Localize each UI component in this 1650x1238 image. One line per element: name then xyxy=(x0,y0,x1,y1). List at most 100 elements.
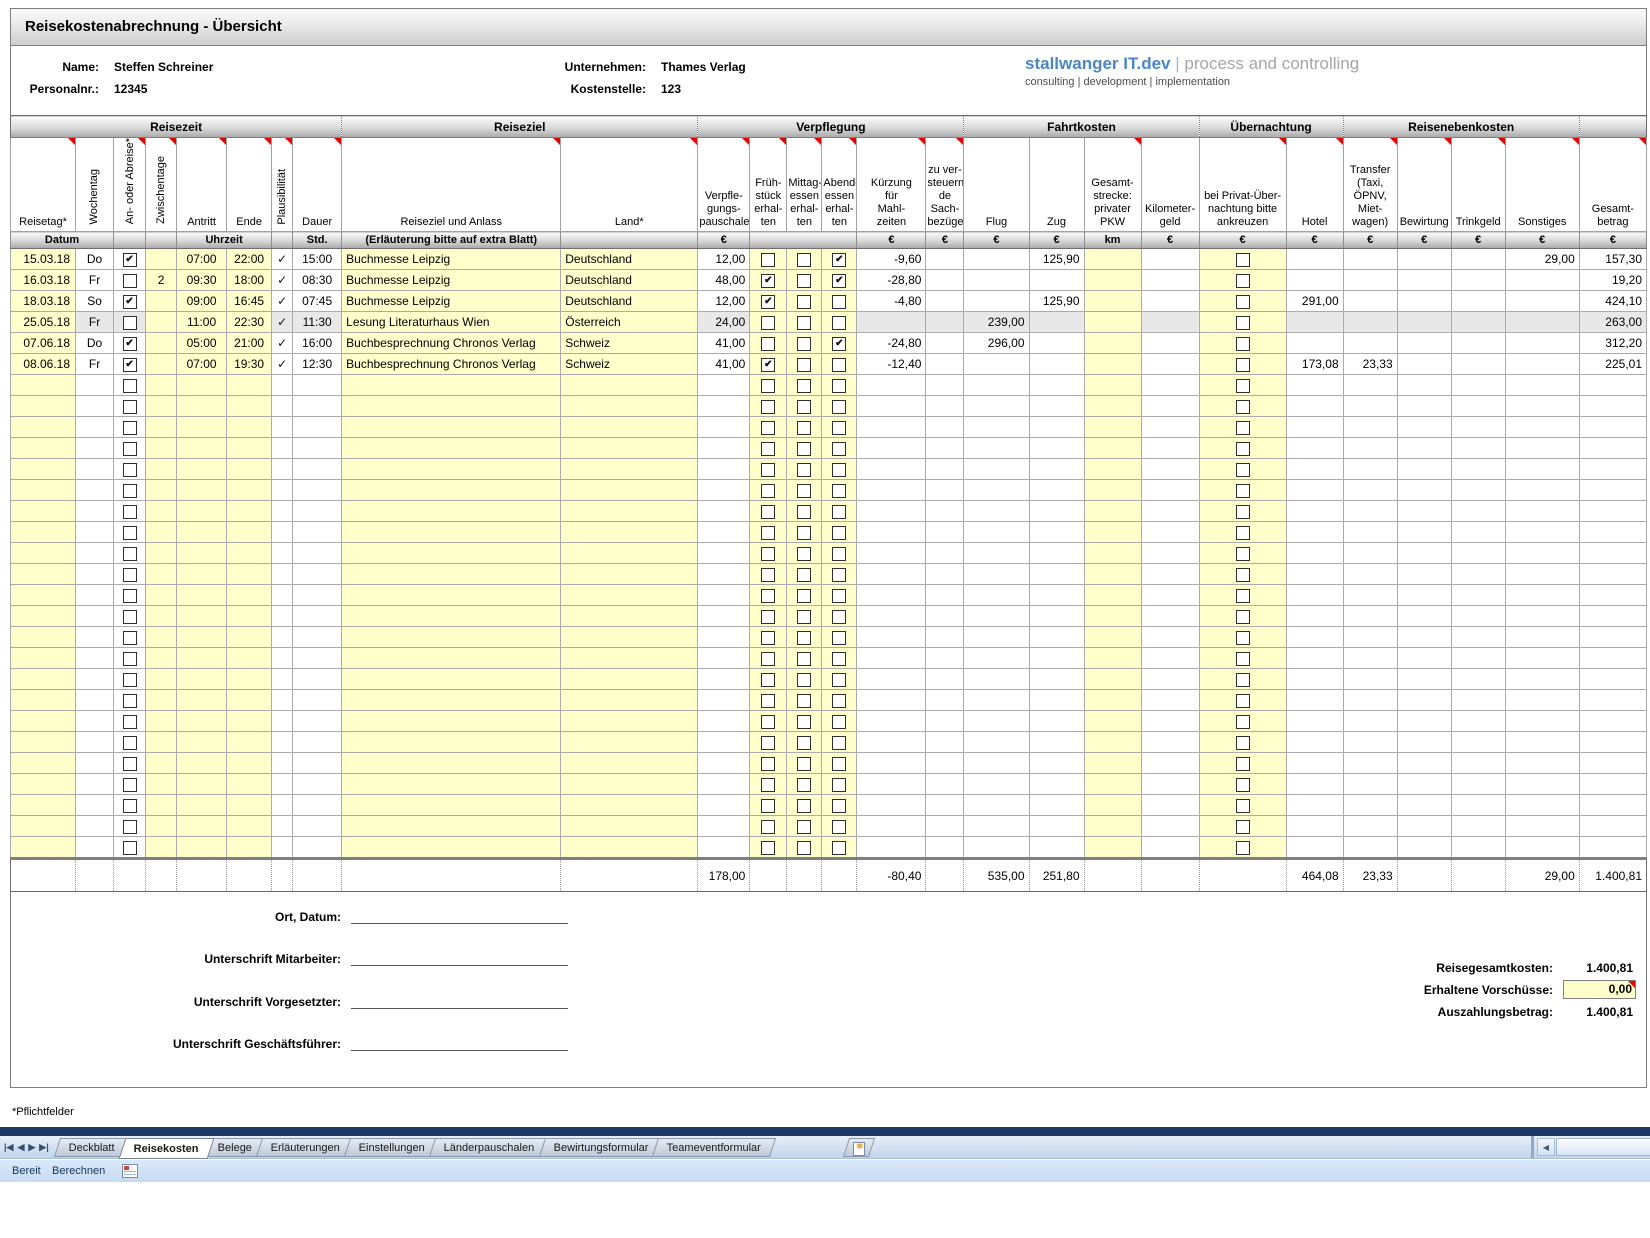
cell-ende[interactable] xyxy=(227,837,272,859)
checkbox-abendessen[interactable] xyxy=(832,463,846,477)
checkbox-privat_uebernachtung[interactable] xyxy=(1236,400,1250,414)
checkbox-fruehstueck[interactable] xyxy=(761,316,775,330)
cell-zwischentage[interactable] xyxy=(146,438,177,459)
checkbox-an_abreise[interactable] xyxy=(123,463,137,477)
cell-reisetag[interactable] xyxy=(11,732,76,753)
insert-sheet-tab[interactable]: ✱ xyxy=(843,1138,875,1157)
cell-zwischentage[interactable] xyxy=(146,249,177,270)
checkbox-mittagessen[interactable] xyxy=(797,652,811,666)
cell-ende[interactable] xyxy=(227,606,272,627)
cell-ende[interactable] xyxy=(227,564,272,585)
hscroll-thumb[interactable] xyxy=(1556,1138,1650,1156)
checkbox-mittagessen[interactable] xyxy=(797,337,811,351)
sheet-tab-teameventformular[interactable]: Teameventformular xyxy=(652,1138,776,1157)
checkbox-privat_uebernachtung[interactable] xyxy=(1236,505,1250,519)
cell-zwischentage[interactable] xyxy=(146,291,177,312)
cell-reisetag[interactable] xyxy=(11,711,76,732)
cell-zwischentage[interactable]: 2 xyxy=(146,270,177,291)
cell-gesamtstrecke[interactable] xyxy=(1084,480,1141,501)
cell-zwischentage[interactable] xyxy=(146,333,177,354)
cell-gesamtstrecke[interactable] xyxy=(1084,774,1141,795)
cell-reisetag[interactable]: 07.06.18 xyxy=(11,333,76,354)
checkbox-fruehstueck[interactable] xyxy=(761,547,775,561)
checkbox-abendessen[interactable] xyxy=(832,526,846,540)
cell-gesamtstrecke[interactable] xyxy=(1084,837,1141,859)
checkbox-fruehstueck[interactable] xyxy=(761,694,775,708)
checkbox-abendessen[interactable] xyxy=(832,421,846,435)
checkbox-mittagessen[interactable] xyxy=(797,316,811,330)
cell-land[interactable]: Österreich xyxy=(561,312,698,333)
cell-ende[interactable] xyxy=(227,732,272,753)
checkbox-privat_uebernachtung[interactable] xyxy=(1236,778,1250,792)
cell-ende[interactable]: 16:45 xyxy=(227,291,272,312)
cell-reisetag[interactable]: 15.03.18 xyxy=(11,249,76,270)
cell-antritt[interactable] xyxy=(177,816,227,837)
checkbox-mittagessen[interactable] xyxy=(797,631,811,645)
cell-reiseziel[interactable]: Buchmesse Leipzig xyxy=(342,291,561,312)
cell-land[interactable] xyxy=(561,606,698,627)
cell-antritt[interactable] xyxy=(177,417,227,438)
cell-gesamtstrecke[interactable] xyxy=(1084,438,1141,459)
ort-datum-line[interactable] xyxy=(351,905,568,924)
checkbox-abendessen[interactable] xyxy=(832,841,846,855)
checkbox-mittagessen[interactable] xyxy=(797,715,811,729)
cell-ende[interactable] xyxy=(227,585,272,606)
cell-reisetag[interactable] xyxy=(11,648,76,669)
checkbox-fruehstueck[interactable] xyxy=(761,610,775,624)
checkbox-fruehstueck[interactable] xyxy=(761,253,775,267)
cell-gesamtstrecke[interactable] xyxy=(1084,648,1141,669)
cell-reisetag[interactable]: 08.06.18 xyxy=(11,354,76,375)
cell-reiseziel[interactable] xyxy=(342,459,561,480)
cell-ende[interactable] xyxy=(227,690,272,711)
checkbox-an_abreise[interactable] xyxy=(123,316,137,330)
cell-ende[interactable] xyxy=(227,648,272,669)
cell-ende[interactable] xyxy=(227,753,272,774)
cell-reiseziel[interactable]: Buchmesse Leipzig xyxy=(342,249,561,270)
cell-antritt[interactable] xyxy=(177,711,227,732)
cell-gesamtstrecke[interactable] xyxy=(1084,795,1141,816)
cell-reiseziel[interactable] xyxy=(342,438,561,459)
cell-zwischentage[interactable] xyxy=(146,564,177,585)
cell-reiseziel[interactable]: Lesung Literaturhaus Wien xyxy=(342,312,561,333)
cell-zwischentage[interactable] xyxy=(146,648,177,669)
checkbox-abendessen[interactable] xyxy=(832,442,846,456)
cell-reisetag[interactable] xyxy=(11,501,76,522)
checkbox-privat_uebernachtung[interactable] xyxy=(1236,736,1250,750)
cell-gesamtstrecke[interactable] xyxy=(1084,291,1141,312)
checkbox-mittagessen[interactable] xyxy=(797,358,811,372)
cell-ende[interactable] xyxy=(227,543,272,564)
cell-antritt[interactable] xyxy=(177,627,227,648)
checkbox-fruehstueck[interactable] xyxy=(761,673,775,687)
cell-land[interactable]: Schweiz xyxy=(561,354,698,375)
checkbox-an_abreise[interactable] xyxy=(123,694,137,708)
cell-land[interactable] xyxy=(561,543,698,564)
checkbox-abendessen[interactable]: ✔ xyxy=(832,253,846,267)
checkbox-mittagessen[interactable] xyxy=(797,589,811,603)
checkbox-abendessen[interactable] xyxy=(832,799,846,813)
cell-reiseziel[interactable] xyxy=(342,732,561,753)
checkbox-an_abreise[interactable] xyxy=(123,526,137,540)
cell-antritt[interactable] xyxy=(177,837,227,859)
checkbox-abendessen[interactable] xyxy=(832,379,846,393)
checkbox-fruehstueck[interactable] xyxy=(761,631,775,645)
checkbox-mittagessen[interactable] xyxy=(797,253,811,267)
tab-nav-next-icon[interactable]: ▶ xyxy=(28,1140,35,1154)
checkbox-privat_uebernachtung[interactable] xyxy=(1236,694,1250,708)
cell-reisetag[interactable] xyxy=(11,606,76,627)
cell-zwischentage[interactable] xyxy=(146,690,177,711)
cell-reisetag[interactable] xyxy=(11,795,76,816)
cell-reisetag[interactable]: 18.03.18 xyxy=(11,291,76,312)
checkbox-mittagessen[interactable] xyxy=(797,799,811,813)
cell-reiseziel[interactable] xyxy=(342,711,561,732)
cell-land[interactable] xyxy=(561,522,698,543)
checkbox-an_abreise[interactable] xyxy=(123,820,137,834)
cell-antritt[interactable] xyxy=(177,732,227,753)
checkbox-an_abreise[interactable] xyxy=(123,379,137,393)
checkbox-abendessen[interactable] xyxy=(832,652,846,666)
cell-reiseziel[interactable] xyxy=(342,396,561,417)
cell-ende[interactable] xyxy=(227,417,272,438)
cell-antritt[interactable] xyxy=(177,753,227,774)
checkbox-mittagessen[interactable] xyxy=(797,547,811,561)
checkbox-mittagessen[interactable] xyxy=(797,736,811,750)
cell-land[interactable] xyxy=(561,669,698,690)
